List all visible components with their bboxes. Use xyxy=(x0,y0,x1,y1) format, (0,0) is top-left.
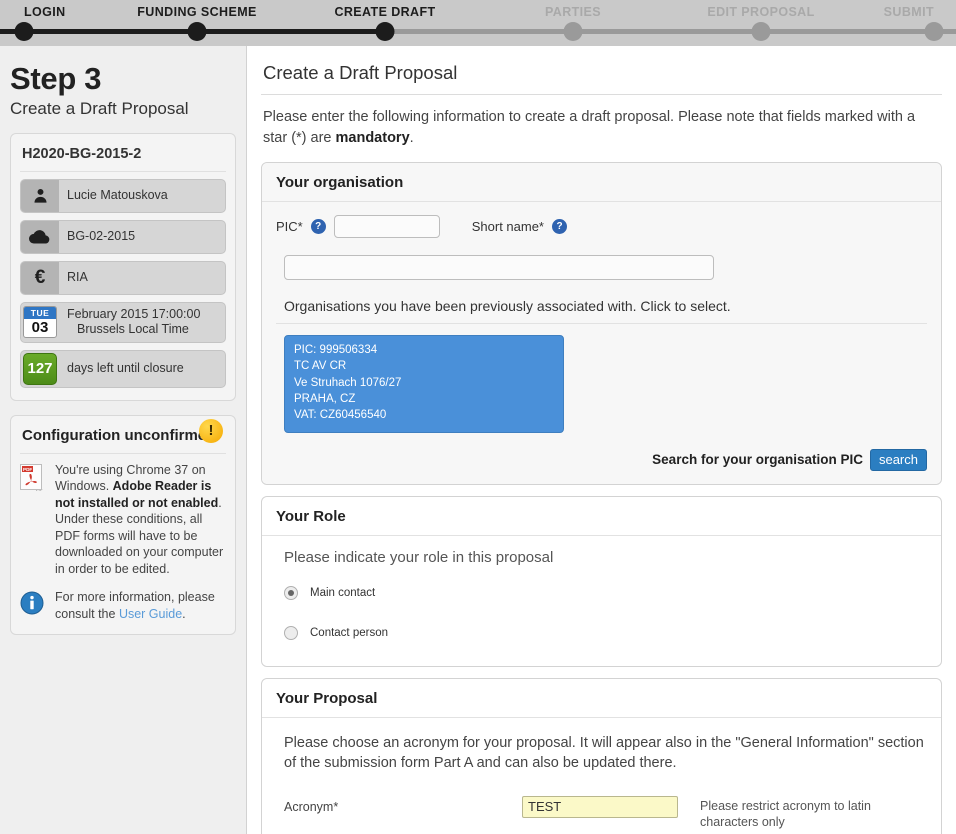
call-identifier: H2020-BG-2015-2 xyxy=(20,143,226,172)
sidebar: Step 3 Create a Draft Proposal H2020-BG-… xyxy=(0,46,247,834)
sidebar-row-user-label: Lucie Matouskova xyxy=(67,187,168,202)
role-heading: Your Role xyxy=(262,496,941,536)
summary-row: Short Summary (max. 2000 characters)* Ch… xyxy=(276,830,927,834)
page-step-title: Step 3 xyxy=(10,61,102,96)
deadline-text: February 2015 17:00:00 Brussels Local Ti… xyxy=(59,303,225,342)
acronym-input[interactable] xyxy=(522,795,678,818)
more-info-suffix: . xyxy=(182,606,186,621)
step-login-label: LOGIN xyxy=(24,5,66,19)
euro-icon: € xyxy=(21,261,59,294)
acronym-hint: Please restrict acronym to latin charact… xyxy=(700,798,871,830)
previous-organisations-label: Organisations you have been previously a… xyxy=(276,280,927,325)
step-funding-scheme-dot xyxy=(187,22,207,41)
main-content: Create a Draft Proposal Please enter the… xyxy=(247,46,956,834)
more-info-text: For more information, please consult the… xyxy=(55,589,226,622)
step-parties-dot xyxy=(563,22,583,41)
progress-stepper: LOGIN FUNDING SCHEME CREATE DRAFT PARTIE… xyxy=(0,0,956,46)
sidebar-row-user: Lucie Matouskova xyxy=(20,178,226,213)
step-create-draft-dot xyxy=(375,22,395,41)
organisation-pic: PIC: 999506334 xyxy=(294,344,378,357)
pdf-icon: PDF xyxy=(20,462,46,578)
sidebar-row-funding-type-label: RIA xyxy=(67,269,88,284)
person-icon xyxy=(21,179,59,212)
sidebar-row-countdown: 127 days left until closure xyxy=(20,349,226,388)
organisation-vat: VAT: CZ60456540 xyxy=(294,409,387,422)
page-title: Create a Draft Proposal xyxy=(261,58,942,95)
radio-main-contact[interactable] xyxy=(284,585,298,600)
radio-contact-person[interactable] xyxy=(284,625,298,640)
step-parties-label: PARTIES xyxy=(544,5,602,19)
page-step-subtitle: Create a Draft Proposal xyxy=(10,98,189,118)
shortname-help-icon[interactable]: ? xyxy=(552,219,567,235)
pdf-warning-block: PDF You're using Chrome 37 on Windows. A… xyxy=(20,462,226,578)
organisation-name: TC AV CR xyxy=(294,360,347,373)
acronym-control xyxy=(522,795,678,818)
role-card: Your Role Please indicate your role in t… xyxy=(261,495,942,667)
sidebar-row-topic-label: BG-02-2015 xyxy=(67,228,136,243)
deadline-date: February 2015 17:00:00 xyxy=(67,306,201,321)
organisation-body: PIC* ? Short name* ? Organisations you h… xyxy=(262,202,941,484)
step-submit-dot xyxy=(924,22,944,41)
role-instruction: Please indicate your role in this propos… xyxy=(284,548,554,566)
sidebar-row-topic: BG-02-2015 xyxy=(20,219,226,254)
proposal-body: Please choose an acronym for your propos… xyxy=(262,717,941,834)
proposal-description: Please choose an acronym for your propos… xyxy=(284,734,924,772)
step-login-dot xyxy=(14,22,34,41)
organisation-city: PRAHA, CZ xyxy=(294,393,356,406)
mandatory-emphasis: mandatory xyxy=(335,129,410,146)
pic-field-row: PIC* ? Short name* ? xyxy=(276,215,927,239)
calendar-weekday: TUE xyxy=(24,307,56,320)
search-pic-label: Search for your organisation PIC xyxy=(652,452,863,468)
page-intro-part2: . xyxy=(409,129,414,146)
sidebar-row-deadline: TUE 03 February 2015 17:00:00 Brussels L… xyxy=(20,301,226,343)
step-funding-scheme-label: FUNDING SCHEME xyxy=(137,5,257,19)
search-button[interactable]: search xyxy=(869,448,927,471)
svg-text:PDF: PDF xyxy=(23,467,32,472)
search-pic-row: Search for your organisation PIC search xyxy=(276,448,927,471)
user-guide-link[interactable]: User Guide xyxy=(119,607,182,621)
sidebar-row-funding-type: € RIA xyxy=(20,260,226,295)
pic-label: PIC* xyxy=(276,219,303,235)
acronym-label: Acronym* xyxy=(284,799,339,814)
calendar-day: 03 xyxy=(31,319,49,337)
organisation-option-selected[interactable]: PIC: 999506334 TC AV CR Ve Struhach 1076… xyxy=(284,335,564,433)
radio-contact-person-label: Contact person xyxy=(310,626,388,639)
organisation-street: Ve Struhach 1076/27 xyxy=(294,376,402,389)
radio-main-contact-label: Main contact xyxy=(310,586,376,599)
proposal-heading: Your Proposal xyxy=(262,678,941,718)
step-edit-proposal-dot xyxy=(751,22,771,41)
configuration-title: Configuration unconfirmed xyxy=(20,425,226,454)
calendar-icon: TUE 03 xyxy=(21,303,59,342)
role-option-main-contact[interactable]: Main contact xyxy=(276,576,927,610)
days-left-count: 127 xyxy=(23,352,57,385)
proposal-card: Your Proposal Please choose an acronym f… xyxy=(261,677,942,834)
organisation-card: Your organisation PIC* ? Short name* ? O… xyxy=(261,162,942,485)
step-edit-proposal-label: EDIT PROPOSAL xyxy=(707,5,815,19)
role-body: Please indicate your role in this propos… xyxy=(262,535,941,666)
shortname-input[interactable] xyxy=(284,255,714,281)
days-badge-icon: 127 xyxy=(21,351,59,387)
step-create-draft-label: CREATE DRAFT xyxy=(334,5,436,19)
shortname-label: Short name* xyxy=(471,219,544,235)
cloud-icon xyxy=(21,220,59,253)
pic-input[interactable] xyxy=(333,215,440,239)
pic-help-icon[interactable]: ? xyxy=(310,219,326,235)
call-summary-panel: H2020-BG-2015-2 Lucie Matouskova BG-02-2… xyxy=(10,132,236,401)
organisation-heading: Your organisation xyxy=(262,163,941,203)
page-intro: Please enter the following information t… xyxy=(261,95,942,162)
warning-icon: ! xyxy=(199,418,223,443)
deadline-timezone: Brussels Local Time xyxy=(77,322,189,337)
more-info-block: For more information, please consult the… xyxy=(20,589,226,622)
days-left-label: days left until closure xyxy=(67,360,184,375)
acronym-row: Acronym* Please restrict acronym to lati… xyxy=(276,790,927,831)
step-submit-label: SUBMIT xyxy=(883,5,934,19)
role-option-contact-person[interactable]: Contact person xyxy=(276,610,927,650)
info-icon xyxy=(20,589,46,622)
configuration-panel: ! Configuration unconfirmed PDF You're u… xyxy=(10,414,236,636)
pdf-warning-text: You're using Chrome 37 on Windows. Adobe… xyxy=(55,462,226,578)
